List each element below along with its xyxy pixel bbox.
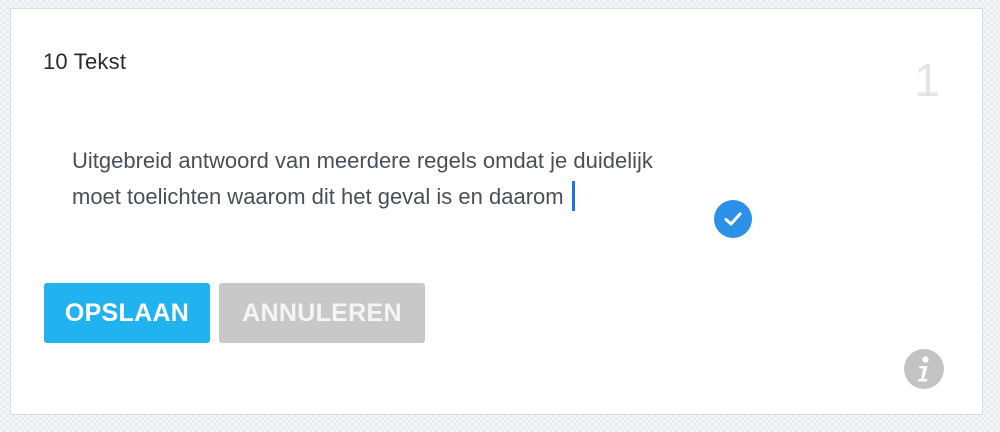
- question-card: 10 Tekst 1 Uitgebreid antwoord van meerd…: [10, 8, 983, 415]
- info-icon[interactable]: [904, 349, 944, 389]
- text-caret: [571, 181, 575, 211]
- check-circle-icon: [714, 200, 752, 238]
- question-title: 10 Tekst: [43, 49, 127, 74]
- question-number: 1: [914, 54, 940, 106]
- answer-text: Uitgebreid antwoord van meerdere regels …: [72, 148, 653, 209]
- answer-textarea[interactable]: Uitgebreid antwoord van meerdere regels …: [72, 143, 702, 215]
- save-button[interactable]: OPSLAAN: [44, 283, 210, 343]
- cancel-button[interactable]: ANNULEREN: [219, 283, 425, 343]
